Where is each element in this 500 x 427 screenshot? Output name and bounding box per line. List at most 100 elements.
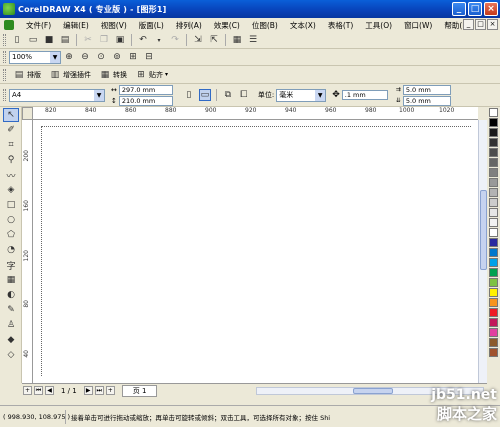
duplicate-x-field[interactable]: 5.0 mm	[402, 84, 451, 95]
previous-page-icon[interactable]: ◀	[45, 386, 54, 395]
horizontal-ruler[interactable]: 820 840 860 880 900 920 940 960 980 1000…	[33, 107, 478, 120]
zoom-all-objects-icon[interactable]: ⊚	[111, 51, 123, 63]
color-swatch[interactable]	[489, 228, 498, 237]
color-swatch[interactable]	[489, 268, 498, 277]
menu-table[interactable]: 表格(T)	[322, 20, 359, 31]
chevron-down-icon[interactable]: ▼	[315, 89, 326, 101]
last-page-icon[interactable]: ⏭	[94, 386, 104, 395]
color-swatch[interactable]	[489, 178, 498, 187]
color-swatch[interactable]	[489, 158, 498, 167]
drawing-canvas[interactable]	[33, 120, 478, 383]
eyedropper-tool-icon[interactable]: ✎	[3, 303, 19, 317]
crop-tool-icon[interactable]: ⌗	[3, 138, 19, 152]
maximize-button[interactable]: □	[468, 2, 482, 16]
ellipse-tool-icon[interactable]: ○	[3, 213, 19, 227]
portrait-icon[interactable]: ▯	[183, 89, 195, 101]
vertical-ruler[interactable]: 200 160 120 80 40	[22, 120, 33, 383]
import-icon[interactable]: ⇲	[192, 34, 204, 46]
paper-size-select[interactable]: A4 ▼	[9, 88, 105, 102]
color-swatch[interactable]	[489, 318, 498, 327]
page-height-field[interactable]: 210.0 mm	[118, 95, 173, 106]
menu-view[interactable]: 视图(V)	[95, 20, 133, 31]
zoom-level-select[interactable]: 100% ▼	[9, 50, 61, 64]
all-pages-icon[interactable]: ⧉	[222, 89, 234, 101]
nudge-distance-field[interactable]: .1 mm	[341, 90, 388, 100]
undo-icon[interactable]: ↶	[137, 34, 149, 46]
color-swatch[interactable]	[489, 278, 498, 287]
page-tab[interactable]: 页 1	[121, 384, 158, 397]
document-icon[interactable]	[4, 20, 14, 30]
color-swatch[interactable]	[489, 288, 498, 297]
zoom-page-icon[interactable]: ⊞	[127, 51, 139, 63]
freehand-tool-icon[interactable]: 〰	[3, 168, 19, 182]
options-icon[interactable]: ☰	[247, 34, 259, 46]
add-page-before-icon[interactable]: +	[23, 386, 32, 395]
vertical-scrollbar[interactable]	[478, 120, 487, 383]
color-swatch[interactable]	[489, 188, 498, 197]
menu-text[interactable]: 文本(X)	[284, 20, 322, 31]
print-icon[interactable]: ▤	[59, 34, 71, 46]
doc-restore-button[interactable]: □	[475, 19, 486, 30]
color-swatch[interactable]	[489, 308, 498, 317]
application-launcher-icon[interactable]: ▦	[231, 34, 243, 46]
current-page-icon[interactable]: ⧠	[238, 89, 250, 101]
color-swatch[interactable]	[489, 128, 498, 137]
toolbar-grip[interactable]	[3, 68, 6, 81]
color-swatch[interactable]	[489, 208, 498, 217]
doc-close-button[interactable]: ×	[487, 19, 498, 30]
chevron-down-icon[interactable]: ▼	[94, 89, 104, 101]
add-page-after-icon[interactable]: +	[105, 386, 115, 395]
menu-file[interactable]: 文件(F)	[20, 20, 57, 31]
horizontal-scroll-thumb[interactable]	[353, 388, 393, 394]
color-swatch[interactable]	[489, 138, 498, 147]
toolbar-grip[interactable]	[3, 34, 6, 46]
basic-shapes-tool-icon[interactable]: ◔	[3, 243, 19, 257]
minimize-button[interactable]: _	[452, 2, 466, 16]
color-swatch[interactable]	[489, 238, 498, 247]
cut-icon[interactable]: ✂	[82, 34, 94, 46]
snap-button[interactable]: ⊞ 贴齐 ▾	[135, 69, 168, 81]
rectangle-tool-icon[interactable]: □	[3, 198, 19, 212]
paste-icon[interactable]: ▣	[114, 34, 126, 46]
menu-layout[interactable]: 版面(L)	[133, 20, 170, 31]
convert-button[interactable]: ▦ 转换	[99, 69, 127, 81]
zoom-page-width-icon[interactable]: ⊟	[143, 51, 155, 63]
color-swatch[interactable]	[489, 118, 498, 127]
color-swatch[interactable]	[489, 338, 498, 347]
color-swatch[interactable]	[489, 148, 498, 157]
pick-tool-icon[interactable]: ↖	[3, 108, 19, 122]
first-page-icon[interactable]: ⏮	[34, 386, 43, 395]
toolbar-grip[interactable]	[3, 51, 6, 63]
shape-tool-icon[interactable]: ✐	[3, 123, 19, 137]
zoom-selected-icon[interactable]: ⊙	[95, 51, 107, 63]
table-tool-icon[interactable]: ▦	[3, 273, 19, 287]
undo-dropdown-icon[interactable]: ▾	[153, 34, 165, 46]
color-swatch[interactable]	[489, 218, 498, 227]
interactive-fill-tool-icon[interactable]: ◇	[3, 348, 19, 362]
smart-fill-tool-icon[interactable]: ◈	[3, 183, 19, 197]
polygon-tool-icon[interactable]: ⬠	[3, 228, 19, 242]
close-button[interactable]: ×	[484, 2, 498, 16]
next-page-icon[interactable]: ▶	[83, 386, 93, 395]
color-swatch[interactable]	[489, 168, 498, 177]
layout-plugin-button[interactable]: ▤ 排版	[13, 69, 41, 81]
outline-tool-icon[interactable]: ♙	[3, 318, 19, 332]
text-tool-icon[interactable]: 字	[3, 258, 19, 272]
zoom-tool-icon[interactable]: ⚲	[3, 153, 19, 167]
color-swatch[interactable]	[489, 198, 498, 207]
color-swatch[interactable]	[489, 248, 498, 257]
menu-arrange[interactable]: 排列(A)	[170, 20, 208, 31]
redo-icon[interactable]: ↷	[169, 34, 181, 46]
color-swatch[interactable]	[489, 328, 498, 337]
vertical-scroll-thumb[interactable]	[480, 190, 487, 270]
color-swatch[interactable]	[489, 258, 498, 267]
landscape-icon[interactable]: ▭	[198, 89, 211, 101]
zoom-in-icon[interactable]: ⊕	[63, 51, 75, 63]
doc-minimize-button[interactable]: _	[463, 19, 474, 30]
zoom-out-icon[interactable]: ⊖	[79, 51, 91, 63]
menu-edit[interactable]: 编辑(E)	[57, 20, 95, 31]
open-folder-icon[interactable]: ▭	[27, 34, 39, 46]
chevron-down-icon[interactable]: ▼	[50, 51, 60, 63]
fill-tool-icon[interactable]: ◆	[3, 333, 19, 347]
enhanced-plugin-button[interactable]: ▥ 增强插件	[49, 69, 91, 81]
